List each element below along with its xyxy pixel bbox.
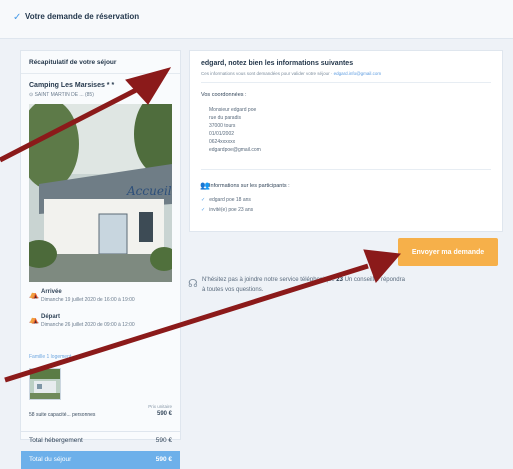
info-title: edgard, notez bien les informations suiv… bbox=[201, 60, 354, 67]
participant-text: edgard poe 18 ans bbox=[209, 197, 251, 203]
check-icon: ✓ bbox=[13, 12, 22, 23]
total-stay-label: Total du séjour bbox=[29, 456, 72, 463]
coord-street: rue du paradis bbox=[209, 115, 241, 121]
mobile-home-thumbnail-image bbox=[30, 369, 60, 399]
total-accommodation-value: 590 € bbox=[155, 437, 172, 444]
stay-summary-panel: Récapitulatif de votre séjour Camping Le… bbox=[20, 50, 181, 469]
camping-location: ⊙ SAINT MARTIN DE ... (85) bbox=[29, 92, 94, 98]
coord-birthdate: 01/01/2002 bbox=[209, 131, 235, 137]
help-line-2: à toutes vos questions. bbox=[202, 287, 264, 293]
capacity-text: 58 suite capacité... personnes bbox=[29, 412, 96, 418]
arrival-label: Arrivée bbox=[41, 289, 62, 295]
help-notice: ☊ N'hésitez pas à joindre notre service … bbox=[188, 275, 503, 305]
info-email-link[interactable]: edgard.info@gmail.com bbox=[334, 71, 382, 76]
total-accommodation-row: Total hébergement 590 € bbox=[21, 431, 180, 450]
total-stay-value: 590 € bbox=[155, 456, 172, 463]
participants-heading: Informations sur les participants : bbox=[209, 183, 290, 189]
page-header: ✓ Votre demande de réservation bbox=[0, 0, 513, 39]
send-request-button[interactable]: Envoyer ma demande bbox=[398, 238, 498, 266]
departure-row: ⛺ Départ Dimanche 26 juillet 2020 de 09:… bbox=[29, 314, 172, 332]
arrival-row: ⛺ Arrivée Dimanche 19 juillet 2020 de 16… bbox=[29, 289, 172, 307]
mobile-home-thumbnail bbox=[29, 368, 61, 400]
info-subtitle-text: Ces informations vous sont demandées pou… bbox=[201, 71, 330, 76]
camping-photo: Accueil bbox=[29, 104, 172, 282]
location-text: SAINT MARTIN DE ... (85) bbox=[34, 92, 94, 98]
divider bbox=[201, 169, 491, 170]
arrival-value: Dimanche 19 juillet 2020 de 16:00 à 19:0… bbox=[41, 297, 135, 303]
camping-name: Camping Les Marsises * * bbox=[29, 82, 115, 89]
unit-price-value: 590 € bbox=[156, 411, 172, 417]
coord-phone: 0624xxxxxx bbox=[209, 139, 236, 145]
family-label: Famille 1 logement bbox=[29, 354, 72, 360]
help-line-1-text: N'hésitez pas à joindre notre service té… bbox=[202, 277, 335, 283]
summary-heading: Récapitulatif de votre séjour bbox=[29, 59, 117, 66]
page-title: Votre demande de réservation bbox=[25, 12, 140, 21]
divider bbox=[201, 82, 491, 83]
info-subtitle: Ces informations vous sont demandées pou… bbox=[201, 71, 382, 76]
total-accommodation-label: Total hébergement bbox=[29, 437, 83, 444]
coord-city: 37000 tours bbox=[209, 123, 236, 129]
headset-icon: ☊ bbox=[188, 278, 198, 290]
information-card: edgard, notez bien les informations suiv… bbox=[189, 50, 503, 232]
coord-name: Monsieur edgard poe bbox=[209, 107, 257, 113]
participant-text: invité(e) poe 23 ans bbox=[209, 207, 254, 213]
departure-label: Départ bbox=[41, 314, 61, 320]
total-stay-row: Total du séjour 590 € bbox=[21, 451, 180, 469]
coords-heading: Vos coordonnées : bbox=[201, 92, 247, 98]
unit-price-label: Prix unitaire bbox=[148, 404, 172, 409]
help-phone-fragment: 23 bbox=[336, 277, 343, 283]
help-line-1: N'hésitez pas à joindre notre service té… bbox=[202, 277, 405, 283]
check-icon: ✓ bbox=[201, 207, 206, 213]
photo-sign-text: Accueil bbox=[127, 184, 172, 198]
help-line-1-end: Un conseiller répondra bbox=[344, 277, 405, 283]
departure-icon: ⛺ bbox=[29, 315, 39, 324]
participant-item: ✓ invité(e) poe 23 ans bbox=[201, 207, 253, 213]
participant-item: ✓ edgard poe 18 ans bbox=[201, 197, 251, 203]
check-icon: ✓ bbox=[201, 197, 206, 203]
arrival-icon: ⛺ bbox=[29, 290, 39, 299]
divider bbox=[21, 73, 180, 74]
departure-value: Dimanche 26 juillet 2020 de 09:00 à 12:0… bbox=[41, 322, 135, 328]
coord-email: edgardpoe@gmail.com bbox=[209, 147, 261, 153]
